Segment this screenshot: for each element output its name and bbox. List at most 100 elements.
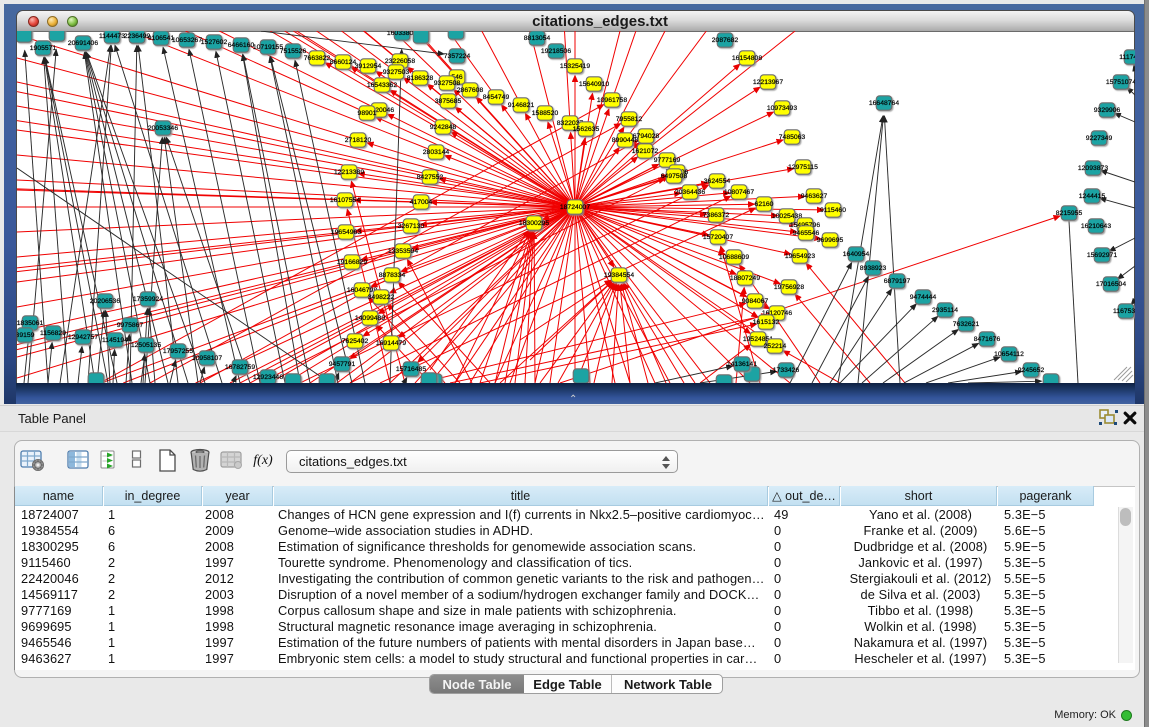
svg-text:3875685: 3875685 xyxy=(435,98,462,105)
svg-text:10719155: 10719155 xyxy=(253,44,283,51)
svg-text:1167533: 1167533 xyxy=(1113,308,1135,315)
svg-text:16154808: 16154808 xyxy=(732,55,762,62)
svg-text:12505135: 12505135 xyxy=(131,342,161,349)
svg-text:62160: 62160 xyxy=(755,201,774,208)
svg-text:15716485: 15716485 xyxy=(396,366,426,373)
svg-text:9245652: 9245652 xyxy=(1018,367,1045,374)
svg-text:9777169: 9777169 xyxy=(654,157,681,164)
svg-text:7625402: 7625402 xyxy=(342,338,369,345)
svg-text:12213389: 12213389 xyxy=(334,169,364,176)
svg-text:8186328: 8186328 xyxy=(407,75,434,82)
svg-text:15692971: 15692971 xyxy=(1087,252,1117,259)
svg-text:3267130: 3267130 xyxy=(398,223,425,230)
svg-text:17957255: 17957255 xyxy=(163,348,193,355)
svg-text:19384554: 19384554 xyxy=(604,272,634,279)
svg-text:19654923: 19654923 xyxy=(785,253,815,260)
svg-text:13353594: 13353594 xyxy=(388,248,418,255)
svg-text:1117404: 1117404 xyxy=(1119,54,1135,61)
svg-text:10958107: 10958107 xyxy=(192,355,222,362)
svg-text:8813054: 8813054 xyxy=(524,35,551,42)
svg-text:12942757: 12942757 xyxy=(68,334,98,341)
svg-text:1527602: 1527602 xyxy=(201,39,228,46)
svg-text:6497508: 6497508 xyxy=(661,173,688,180)
svg-text:3912954: 3912954 xyxy=(355,63,382,70)
svg-text:23226058: 23226058 xyxy=(385,58,415,65)
svg-text:8215955: 8215955 xyxy=(1056,210,1083,217)
svg-text:9457791: 9457791 xyxy=(329,361,356,368)
svg-text:1145194: 1145194 xyxy=(102,337,128,344)
svg-text:15751074: 15751074 xyxy=(1106,79,1135,86)
svg-text:1156829: 1156829 xyxy=(40,330,66,337)
svg-text:10961758: 10961758 xyxy=(597,97,627,104)
svg-text:19654963: 19654963 xyxy=(331,229,361,236)
svg-text:10653267: 10653267 xyxy=(172,37,202,44)
svg-text:1733426: 1733426 xyxy=(773,367,800,374)
svg-text:15720407: 15720407 xyxy=(703,234,733,241)
svg-text:20206536: 20206536 xyxy=(90,298,120,305)
svg-text:1640954: 1640954 xyxy=(843,251,870,258)
svg-text:1144473: 1144473 xyxy=(99,33,125,40)
svg-text:20364436: 20364436 xyxy=(675,189,705,196)
svg-text:9084067: 9084067 xyxy=(742,298,769,305)
svg-text:9463627: 9463627 xyxy=(801,193,828,200)
svg-text:6794028: 6794028 xyxy=(633,133,660,140)
svg-text:16914479: 16914479 xyxy=(376,340,406,347)
svg-text:9465546: 9465546 xyxy=(793,230,820,237)
svg-text:7485063: 7485063 xyxy=(779,134,806,141)
svg-text:7663822: 7663822 xyxy=(304,55,331,62)
svg-text:1621072: 1621072 xyxy=(632,148,659,155)
svg-text:8454749: 8454749 xyxy=(483,94,510,101)
svg-text:1615132: 1615132 xyxy=(753,319,780,326)
svg-text:98901: 98901 xyxy=(358,110,377,117)
svg-text:8427552: 8427552 xyxy=(417,174,444,181)
svg-text:3624554: 3624554 xyxy=(704,178,731,185)
svg-text:10807467: 10807467 xyxy=(724,189,754,196)
svg-text:15325419: 15325419 xyxy=(560,63,590,70)
svg-text:2087682: 2087682 xyxy=(712,37,739,44)
svg-text:17016504: 17016504 xyxy=(1096,281,1126,288)
svg-text:19166829: 19166829 xyxy=(337,259,367,266)
svg-text:10688609: 10688609 xyxy=(719,254,749,261)
svg-text:10654112: 10654112 xyxy=(994,351,1024,358)
svg-text:14136141: 14136141 xyxy=(727,361,757,368)
svg-text:16210643: 16210643 xyxy=(1081,223,1111,230)
svg-text:7386372: 7386372 xyxy=(703,212,730,219)
svg-text:8938923: 8938923 xyxy=(860,265,887,272)
svg-text:17359924: 17359924 xyxy=(133,296,163,303)
svg-text:7357224: 7357224 xyxy=(444,53,471,60)
svg-text:9327503: 9327503 xyxy=(383,69,410,76)
svg-text:20691406: 20691406 xyxy=(68,40,98,47)
svg-text:2935114: 2935114 xyxy=(932,307,958,314)
svg-text:9699695: 9699695 xyxy=(817,237,844,244)
svg-text:1588520: 1588520 xyxy=(532,110,559,117)
svg-text:f(x): f(x) xyxy=(253,453,273,468)
svg-text:1244415: 1244415 xyxy=(1079,193,1106,200)
svg-text:6466160: 6466160 xyxy=(228,42,255,49)
svg-text:7515526: 7515526 xyxy=(280,48,307,55)
svg-text:9327508: 9327508 xyxy=(434,80,461,87)
svg-text:1905571: 1905571 xyxy=(30,45,57,52)
svg-text:18724007: 18724007 xyxy=(560,204,590,211)
svg-text:15640910: 15640910 xyxy=(579,81,609,88)
svg-text:2718120: 2718120 xyxy=(345,137,372,144)
svg-text:19756928: 19756928 xyxy=(774,284,804,291)
svg-text:18807249: 18807249 xyxy=(730,275,760,282)
svg-text:39159: 39159 xyxy=(17,332,35,339)
svg-text:14099489: 14099489 xyxy=(355,315,385,322)
svg-text:12093873: 12093873 xyxy=(1078,165,1108,172)
svg-text:252214: 252214 xyxy=(764,343,787,350)
svg-text:8878334: 8878334 xyxy=(379,272,406,279)
svg-text:20053346: 20053346 xyxy=(148,125,178,132)
svg-text:16543362: 16543362 xyxy=(367,82,397,89)
svg-text:16107554: 16107554 xyxy=(330,197,360,204)
svg-text:18300295: 18300295 xyxy=(519,220,549,227)
svg-text:9242848: 9242848 xyxy=(430,124,457,131)
svg-text:9106541: 9106541 xyxy=(148,35,175,42)
svg-text:8471676: 8471676 xyxy=(974,336,1001,343)
svg-text:9227349: 9227349 xyxy=(1086,135,1113,142)
svg-text:16782759: 16782759 xyxy=(225,364,255,371)
svg-text:3498222: 3498222 xyxy=(368,294,395,301)
svg-text:7632621: 7632621 xyxy=(953,321,980,328)
svg-text:16648764: 16648764 xyxy=(869,100,899,107)
svg-text:12975115: 12975115 xyxy=(788,164,818,171)
